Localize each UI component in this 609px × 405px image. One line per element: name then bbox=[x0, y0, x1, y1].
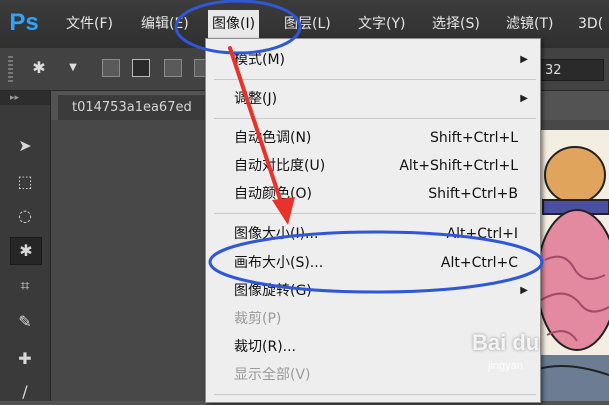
highlight-ellipse-image-menu bbox=[174, 0, 302, 55]
red-arrow-line bbox=[228, 46, 284, 207]
baidu-watermark-sub: jingyan bbox=[488, 360, 523, 372]
highlight-ellipse-canvas-size bbox=[208, 230, 544, 294]
baidu-watermark: Bai du bbox=[472, 330, 540, 355]
red-arrow-head bbox=[272, 197, 295, 225]
